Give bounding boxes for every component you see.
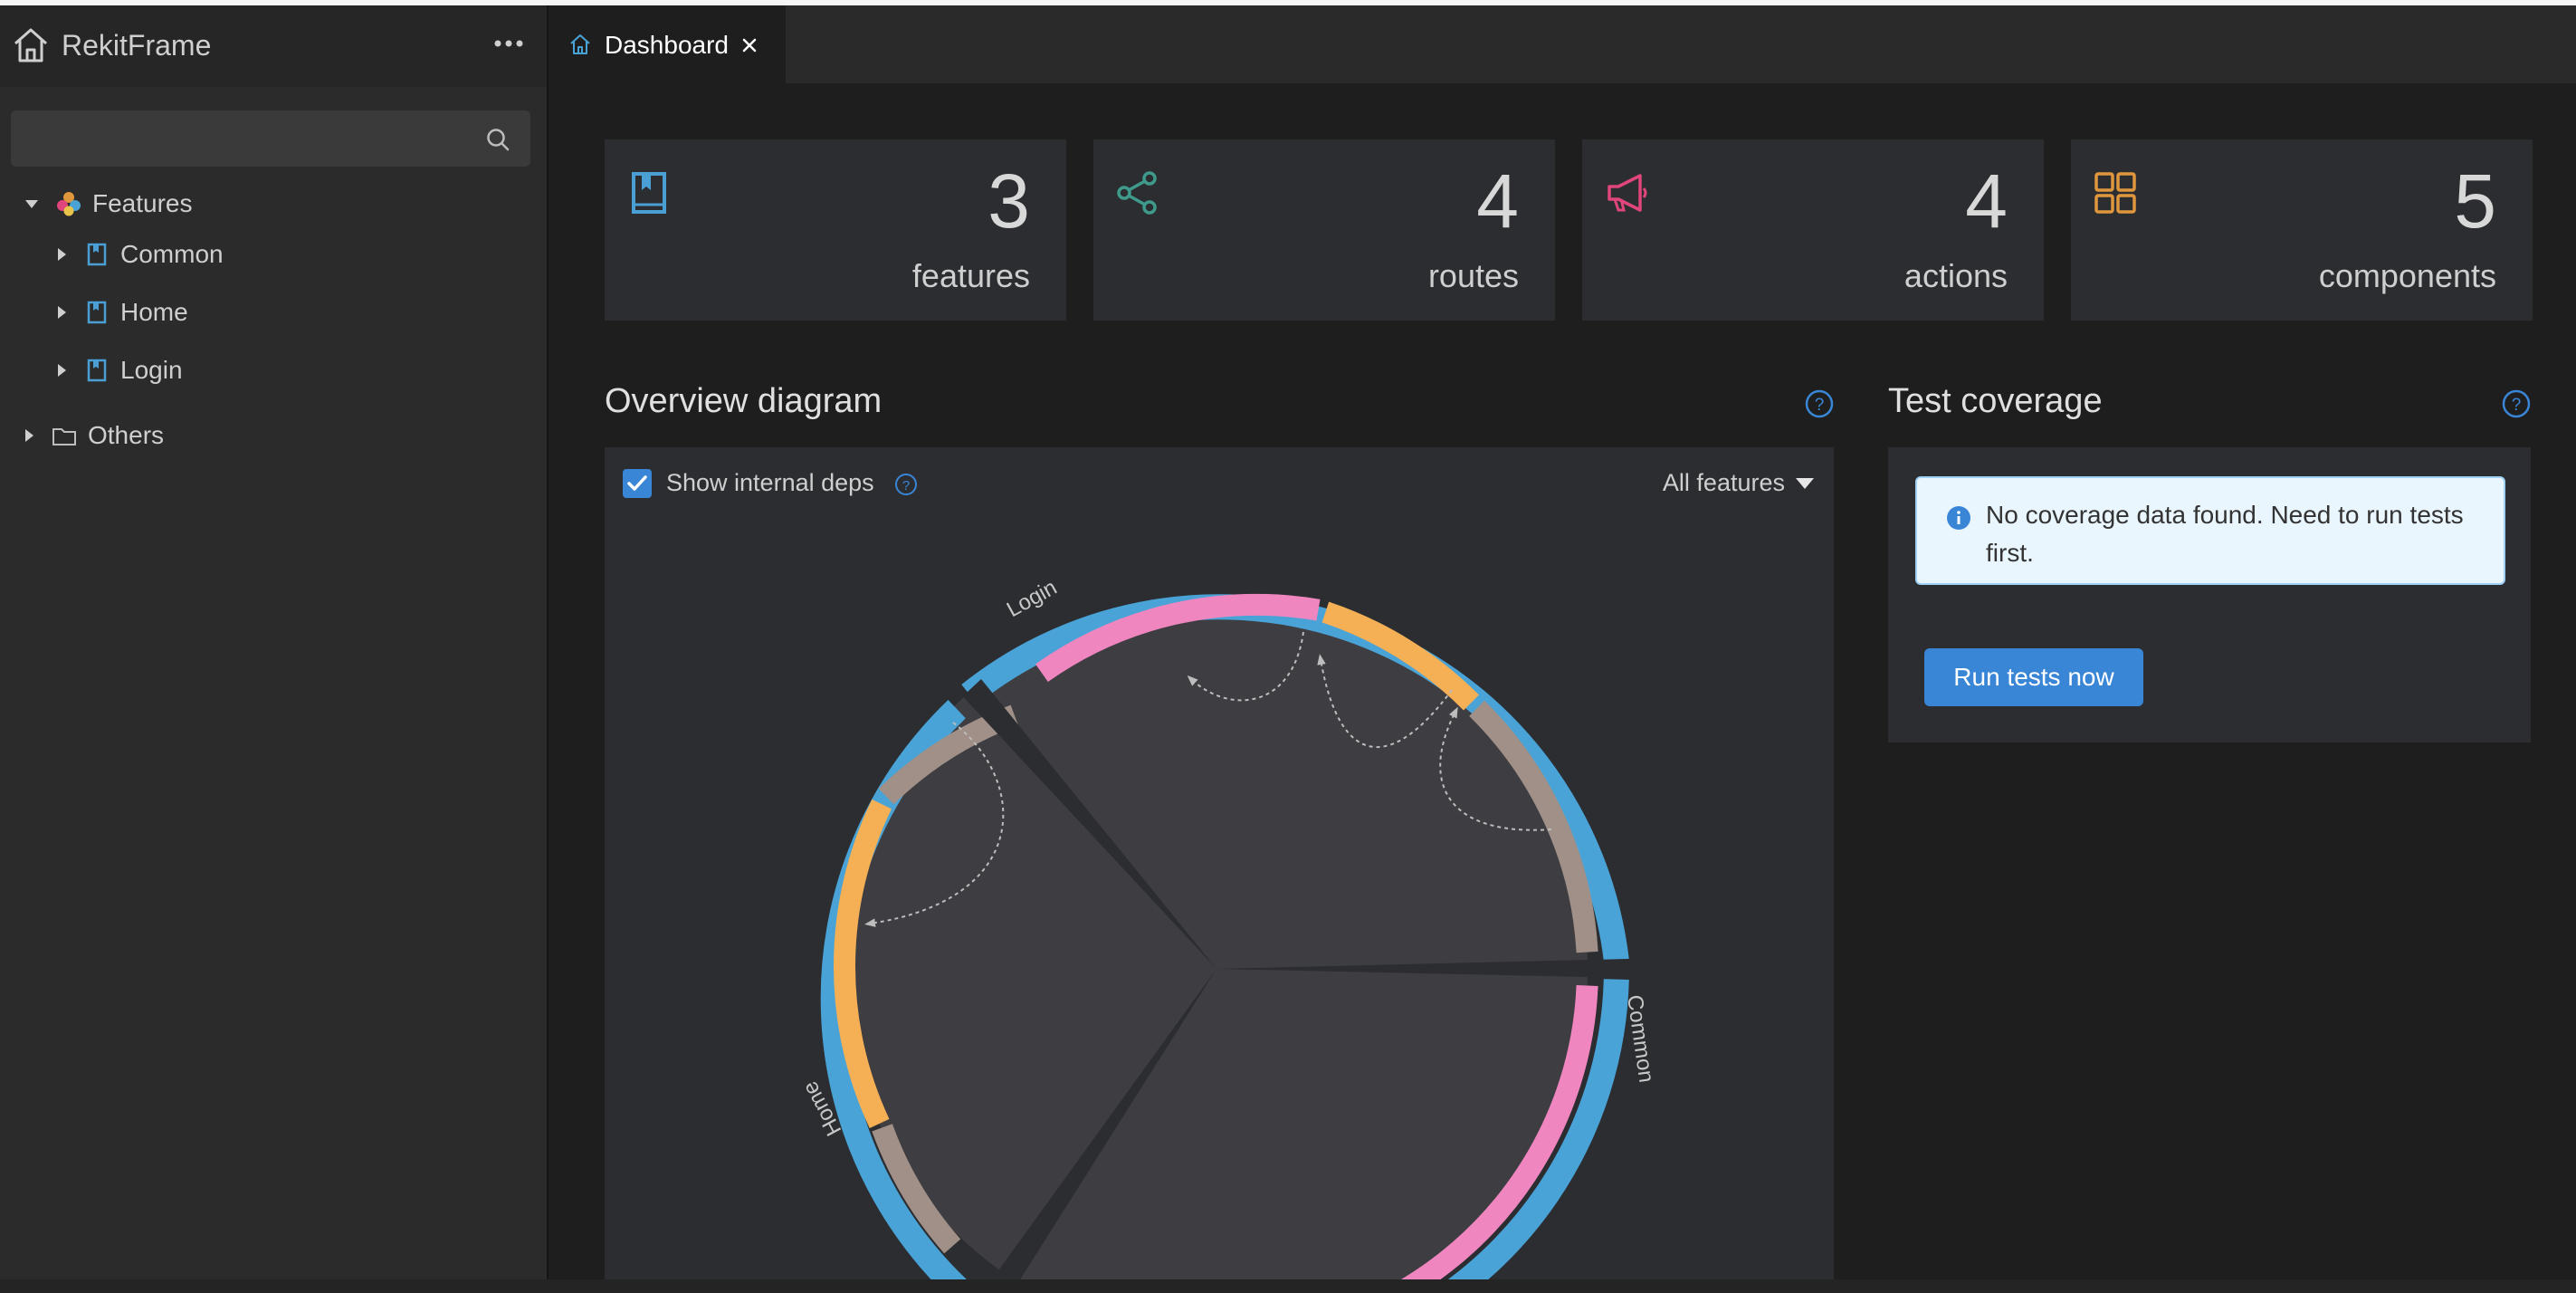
tree-item-label: Login xyxy=(120,356,183,384)
coverage-alert: No coverage data found. Need to run test… xyxy=(1915,476,2505,585)
info-circle-icon xyxy=(1947,506,1970,530)
appstore-icon xyxy=(2094,172,2136,214)
more-icon[interactable] xyxy=(491,25,527,62)
megaphone-icon xyxy=(1608,174,1647,212)
check-icon xyxy=(627,475,647,491)
sidebar-search-input[interactable] xyxy=(11,110,530,167)
tab-dashboard[interactable]: Dashboard xyxy=(549,5,786,83)
run-tests-button[interactable]: Run tests now xyxy=(1924,648,2143,706)
book-icon xyxy=(87,359,107,382)
book-icon xyxy=(632,172,666,214)
feature-filter-select[interactable]: All features xyxy=(1663,469,1814,497)
show-internal-deps-label: Show internal deps xyxy=(666,469,874,496)
tree-item-others[interactable]: Others xyxy=(25,411,164,460)
tree-item-label: Features xyxy=(92,189,193,217)
question-circle-icon[interactable]: ? xyxy=(2502,389,2531,418)
stat-value: 5 xyxy=(2454,158,2496,244)
stat-value: 4 xyxy=(1965,158,2008,244)
svg-text:?: ? xyxy=(902,478,910,493)
overview-diagram[interactable]: Login Common Home xyxy=(605,511,1834,1289)
tab-bar: Dashboard xyxy=(549,5,2576,83)
svg-text:?: ? xyxy=(2512,396,2522,415)
app-title: RekitFrame xyxy=(62,29,212,62)
tree-item-common[interactable]: Common xyxy=(58,230,224,279)
stat-card-actions[interactable]: 4 actions xyxy=(1582,139,2044,321)
folder-icon xyxy=(52,428,76,445)
tree-item-label: Common xyxy=(120,240,224,268)
home-icon xyxy=(570,34,590,54)
tree-item-features[interactable]: Features xyxy=(25,179,193,228)
question-circle-icon[interactable]: ? xyxy=(1805,389,1834,418)
tree-item-label: Others xyxy=(88,421,165,449)
stat-card-features[interactable]: 3 features xyxy=(605,139,1066,321)
close-icon[interactable] xyxy=(742,38,757,53)
coverage-alert-text: No coverage data found. Need to run test… xyxy=(1986,501,2464,567)
coverage-panel: No coverage data found. Need to run test… xyxy=(1888,447,2531,742)
caret-right-icon[interactable] xyxy=(58,364,66,377)
share-icon xyxy=(1117,171,1157,215)
overview-panel: Show internal deps ? All features Login … xyxy=(605,447,1834,1289)
sidebar: RekitFrame Features Common Home Login Ot… xyxy=(0,5,549,1279)
book-icon xyxy=(87,301,107,324)
caret-right-icon[interactable] xyxy=(25,429,33,442)
caret-down-icon[interactable] xyxy=(25,199,38,208)
stat-label: routes xyxy=(1427,257,1519,294)
tree-item-label: Home xyxy=(120,298,188,326)
features-icon xyxy=(57,192,81,216)
coverage-title: Test coverage xyxy=(1888,382,2103,420)
show-internal-deps-checkbox[interactable] xyxy=(623,469,652,498)
tree-item-login[interactable]: Login xyxy=(58,346,183,395)
search-icon[interactable] xyxy=(485,127,510,152)
caret-right-icon[interactable] xyxy=(58,306,66,319)
svg-text:?: ? xyxy=(1815,396,1825,415)
stat-label: actions xyxy=(1903,257,2008,294)
stat-value: 4 xyxy=(1476,158,1519,244)
diagram-label-login: Login xyxy=(1003,575,1061,622)
question-circle-icon[interactable]: ? xyxy=(894,473,918,496)
stat-label: components xyxy=(2318,257,2496,294)
sidebar-header: RekitFrame xyxy=(0,5,547,87)
stat-card-components[interactable]: 5 components xyxy=(2071,139,2533,321)
diagram-label-common: Common xyxy=(1622,993,1658,1084)
caret-right-icon[interactable] xyxy=(58,248,66,261)
feature-filter-value: All features xyxy=(1662,469,1785,496)
tab-label: Dashboard xyxy=(605,31,729,59)
stat-card-routes[interactable]: 4 routes xyxy=(1093,139,1555,321)
book-icon xyxy=(87,243,107,266)
overview-title: Overview diagram xyxy=(605,382,883,420)
stat-label: features xyxy=(911,257,1030,294)
stat-value: 3 xyxy=(987,158,1030,244)
tree-item-home[interactable]: Home xyxy=(58,288,188,337)
caret-down-icon xyxy=(1796,477,1814,489)
home-icon[interactable] xyxy=(11,25,51,65)
